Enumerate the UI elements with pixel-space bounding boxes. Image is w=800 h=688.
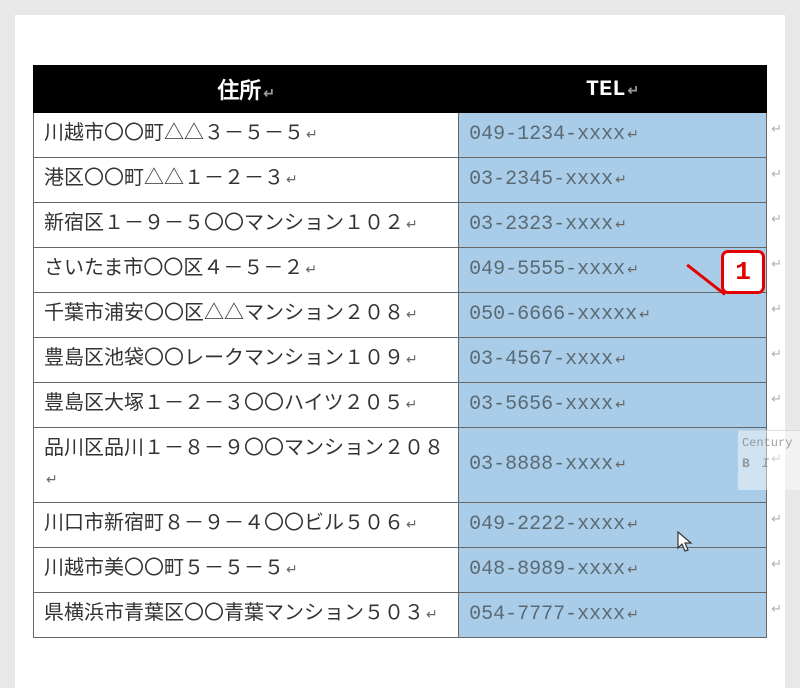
callout-number: 1 <box>735 257 751 287</box>
paragraph-mark-icon: ↵ <box>406 353 418 369</box>
cell-tel[interactable]: 049-2222-xxxx↵↵ <box>459 503 767 548</box>
paragraph-mark-icon: ↵ <box>46 473 58 489</box>
paragraph-mark-icon: ↵ <box>406 308 418 324</box>
cell-address[interactable]: 川越市〇〇町△△３－５－５↵ <box>34 112 459 158</box>
italic-button[interactable]: I <box>762 456 770 471</box>
row-end-mark-icon: ↵ <box>771 300 782 320</box>
address-table: 住所↵ TEL↵ 川越市〇〇町△△３－５－５↵049-1234-xxxx↵↵港区… <box>33 65 767 638</box>
row-end-mark-icon: ↵ <box>771 165 782 185</box>
annotation-callout: 1 <box>721 250 765 294</box>
paragraph-mark-icon: ↵ <box>627 518 639 534</box>
cell-address[interactable]: 川口市新宿町８－９－４〇〇ビル５０６↵ <box>34 503 459 548</box>
row-end-mark-icon: ↵ <box>771 120 782 140</box>
row-end-mark-icon: ↵ <box>771 555 782 575</box>
cell-tel[interactable]: 049-1234-xxxx↵↵ <box>459 112 767 158</box>
cell-tel[interactable]: 050-6666-xxxxx↵↵ <box>459 293 767 338</box>
row-end-mark-icon: ↵ <box>771 510 782 530</box>
paragraph-mark-icon: ↵ <box>406 218 418 234</box>
table-row: 品川区品川１－８－９〇〇マンション２０８↵03-8888-xxxx↵↵ <box>34 428 767 503</box>
table-row: 港区〇〇町△△１－２－３↵03-2345-xxxx↵↵ <box>34 158 767 203</box>
cell-tel[interactable]: 03-2345-xxxx↵↵ <box>459 158 767 203</box>
row-end-mark-icon: ↵ <box>771 345 782 365</box>
table-row: 川越市美〇〇町５－５－５↵048-8989-xxxx↵↵ <box>34 548 767 593</box>
table-row: 川越市〇〇町△△３－５－５↵049-1234-xxxx↵↵ <box>34 112 767 158</box>
row-end-mark-icon: ↵ <box>771 390 782 410</box>
paragraph-mark-icon: ↵ <box>306 128 318 144</box>
cell-address[interactable]: 新宿区１－９－５〇〇マンション１０２↵ <box>34 203 459 248</box>
cell-address[interactable]: 川越市美〇〇町５－５－５↵ <box>34 548 459 593</box>
cell-tel[interactable]: 03-5656-xxxx↵↵ <box>459 383 767 428</box>
row-end-mark-icon: ↵ <box>771 210 782 230</box>
paragraph-mark-icon: ↵ <box>263 87 275 103</box>
paragraph-mark-icon: ↵ <box>406 518 418 534</box>
paragraph-mark-icon: ↵ <box>627 563 639 579</box>
paragraph-mark-icon: ↵ <box>627 263 639 279</box>
paragraph-mark-icon: ↵ <box>615 458 627 474</box>
paragraph-mark-icon: ↵ <box>305 263 317 279</box>
paragraph-mark-icon: ↵ <box>406 398 418 414</box>
paragraph-mark-icon: ↵ <box>615 173 627 189</box>
row-end-mark-icon: ↵ <box>771 600 782 620</box>
document-page: 住所↵ TEL↵ 川越市〇〇町△△３－５－５↵049-1234-xxxx↵↵港区… <box>15 15 785 688</box>
table-row: 豊島区大塚１－２－３〇〇ハイツ２０５↵03-5656-xxxx↵↵ <box>34 383 767 428</box>
table-row: 新宿区１－９－５〇〇マンション１０２↵03-2323-xxxx↵↵ <box>34 203 767 248</box>
paragraph-mark-icon: ↵ <box>627 608 639 624</box>
paragraph-mark-icon: ↵ <box>426 608 438 624</box>
cell-address[interactable]: 品川区品川１－８－９〇〇マンション２０８↵ <box>34 428 459 503</box>
header-tel: TEL↵ <box>459 66 767 112</box>
cell-address[interactable]: 千葉市浦安〇〇区△△マンション２０８↵ <box>34 293 459 338</box>
cell-address[interactable]: さいたま市〇〇区４－５－２↵ <box>34 248 459 293</box>
paragraph-mark-icon: ↵ <box>639 308 651 324</box>
bold-button[interactable]: B <box>742 456 750 471</box>
paragraph-mark-icon: ↵ <box>286 563 298 579</box>
mini-format-toolbar[interactable]: Century B I <box>738 430 800 490</box>
font-name: Century <box>742 436 796 450</box>
paragraph-mark-icon: ↵ <box>286 173 298 189</box>
paragraph-mark-icon: ↵ <box>628 84 640 100</box>
table-row: 豊島区池袋〇〇レークマンション１０９↵03-4567-xxxx↵↵ <box>34 338 767 383</box>
paragraph-mark-icon: ↵ <box>615 353 627 369</box>
table-row: 千葉市浦安〇〇区△△マンション２０８↵050-6666-xxxxx↵↵ <box>34 293 767 338</box>
cell-address[interactable]: 豊島区大塚１－２－３〇〇ハイツ２０５↵ <box>34 383 459 428</box>
cell-tel[interactable]: 048-8989-xxxx↵↵ <box>459 548 767 593</box>
paragraph-mark-icon: ↵ <box>615 398 627 414</box>
paragraph-mark-icon: ↵ <box>627 128 639 144</box>
cell-tel[interactable]: 03-2323-xxxx↵↵ <box>459 203 767 248</box>
paragraph-mark-icon: ↵ <box>615 218 627 234</box>
table-header-row: 住所↵ TEL↵ <box>34 66 767 112</box>
table-row: さいたま市〇〇区４－５－２↵049-5555-xxxx↵↵ <box>34 248 767 293</box>
cell-address[interactable]: 港区〇〇町△△１－２－３↵ <box>34 158 459 203</box>
row-end-mark-icon: ↵ <box>771 255 782 275</box>
table-row: 川口市新宿町８－９－４〇〇ビル５０６↵049-2222-xxxx↵↵ <box>34 503 767 548</box>
table-row: 県横浜市青葉区〇〇青葉マンション５０３↵054-7777-xxxx↵↵ <box>34 593 767 638</box>
cell-tel[interactable]: 03-8888-xxxx↵↵ <box>459 428 767 503</box>
mouse-cursor-icon <box>677 531 695 560</box>
cell-address[interactable]: 県横浜市青葉区〇〇青葉マンション５０３↵ <box>34 593 459 638</box>
cell-tel[interactable]: 03-4567-xxxx↵↵ <box>459 338 767 383</box>
cell-address[interactable]: 豊島区池袋〇〇レークマンション１０９↵ <box>34 338 459 383</box>
header-address: 住所↵ <box>34 66 459 112</box>
cell-tel[interactable]: 054-7777-xxxx↵↵ <box>459 593 767 638</box>
